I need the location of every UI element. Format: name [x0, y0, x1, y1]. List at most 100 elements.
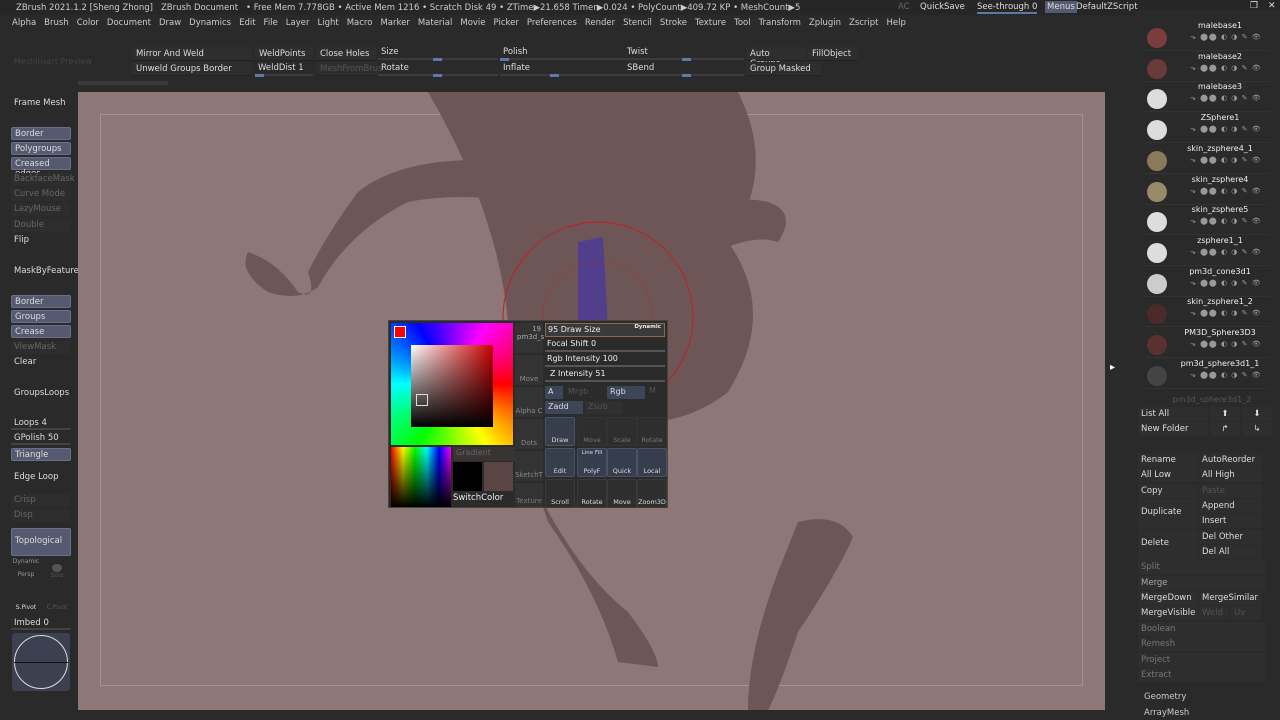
- double-toggle[interactable]: Double: [11, 219, 71, 232]
- subtool-item[interactable]: pm3d_sphere3d1_2: [1157, 395, 1267, 407]
- menu-brush[interactable]: Brush: [44, 18, 69, 28]
- menu-dynamics[interactable]: Dynamics: [189, 18, 231, 28]
- disp-toggle[interactable]: Disp: [11, 509, 71, 522]
- zoom3d-button[interactable]: Zoom3D: [637, 479, 667, 508]
- menu-stencil[interactable]: Stencil: [623, 18, 652, 28]
- subtool-visibility-icons[interactable]: ⬎ ⬤⬤ ◐ ◑ ✎ 👁: [1190, 64, 1262, 72]
- lazymouse-toggle[interactable]: LazyMouse: [11, 203, 71, 216]
- autoreorder-button[interactable]: AutoReorder: [1199, 453, 1262, 467]
- clear-button[interactable]: Clear: [11, 356, 71, 369]
- primary-color-swatch[interactable]: [453, 462, 482, 491]
- solo-button[interactable]: Solo: [44, 558, 70, 580]
- subtool-visibility-icons[interactable]: ⬎ ⬤⬤ ◐ ◑ ✎ 👁: [1190, 309, 1262, 317]
- meshfrombrush-button[interactable]: MeshFromBrus: [316, 62, 383, 76]
- scroll-button[interactable]: Scroll: [545, 479, 575, 508]
- rotate-view-button[interactable]: Rotate: [577, 479, 607, 508]
- menu-edit[interactable]: Edit: [239, 18, 255, 28]
- menu-alpha[interactable]: Alpha: [12, 18, 36, 28]
- subtool-visibility-icons[interactable]: ⬎ ⬤⬤ ◐ ◑ ✎ 👁: [1190, 125, 1262, 133]
- arraymesh-section[interactable]: ArrayMesh: [1144, 708, 1189, 718]
- menu-color[interactable]: Color: [77, 18, 99, 28]
- color-picker-hue[interactable]: [391, 323, 513, 445]
- subtool-item[interactable]: skin_zsphere4 ⬎ ⬤⬤ ◐ ◑ ✎ 👁: [1145, 174, 1270, 205]
- unweld-groups-border-button[interactable]: Unweld Groups Border: [132, 62, 252, 76]
- extract-section[interactable]: Extract: [1138, 668, 1266, 682]
- all-high-button[interactable]: All High: [1199, 468, 1262, 482]
- merge-section[interactable]: Merge: [1138, 576, 1266, 590]
- subtool-visibility-icons[interactable]: ⬎ ⬤⬤ ◐ ◑ ✎ 👁: [1190, 33, 1262, 41]
- polish-slider[interactable]: Polish: [500, 46, 624, 61]
- rename-button[interactable]: Rename: [1138, 453, 1198, 467]
- subtool-visibility-icons[interactable]: ⬎ ⬤⬤ ◐ ◑ ✎ 👁: [1190, 340, 1262, 348]
- crease-toggle[interactable]: Crease: [11, 325, 71, 338]
- all-low-button[interactable]: All Low: [1138, 468, 1198, 482]
- append-button[interactable]: Append: [1199, 499, 1262, 513]
- gpolish-slider[interactable]: GPolish 50: [11, 432, 71, 445]
- curve-mode-toggle[interactable]: Curve Mode: [11, 188, 71, 201]
- local-button[interactable]: Local: [637, 448, 667, 477]
- subtool-item[interactable]: malebase3 ⬎ ⬤⬤ ◐ ◑ ✎ 👁: [1145, 81, 1270, 113]
- subtool-item[interactable]: malebase2 ⬎ ⬤⬤ ◐ ◑ ✎ 👁: [1145, 51, 1270, 82]
- rotate-mode-button[interactable]: Rotate: [637, 417, 667, 446]
- secondary-color-swatch[interactable]: [484, 462, 513, 491]
- subtool-visibility-icons[interactable]: ⬎ ⬤⬤ ◐ ◑ ✎ 👁: [1190, 217, 1262, 225]
- weld-toggle[interactable]: Weld: [1199, 606, 1229, 620]
- shelf-scrollbar[interactable]: [78, 81, 168, 85]
- zsub-toggle[interactable]: Zsub: [585, 401, 623, 414]
- border-toggle[interactable]: Border: [11, 127, 71, 140]
- twist-slider[interactable]: Twist: [624, 46, 744, 61]
- scale-mode-button[interactable]: Scale: [607, 417, 637, 446]
- m-toggle[interactable]: M: [649, 386, 656, 395]
- frame-mesh-button[interactable]: Frame Mesh: [11, 97, 71, 110]
- paste-button[interactable]: Paste: [1199, 484, 1262, 498]
- rotation-gizmo[interactable]: [12, 633, 70, 691]
- close-holes-button[interactable]: Close Holes: [316, 47, 376, 61]
- duplicate-button[interactable]: Duplicate: [1138, 499, 1198, 529]
- default-zscript-button[interactable]: DefaultZScript: [1076, 2, 1138, 12]
- material-thumbnail[interactable]: SketchT: [515, 451, 543, 481]
- sbend-slider[interactable]: SBend: [624, 62, 744, 77]
- del-all-button[interactable]: Del All: [1199, 545, 1262, 559]
- imbed-slider[interactable]: Imbed 0: [11, 617, 71, 630]
- subtool-visibility-icons[interactable]: ⬎ ⬤⬤ ◐ ◑ ✎ 👁: [1190, 94, 1262, 102]
- weldpoints-button[interactable]: WeldPoints: [255, 47, 313, 61]
- menu-zscript[interactable]: Zscript: [849, 18, 879, 28]
- fillobject-button[interactable]: FillObject: [808, 47, 858, 61]
- subtool-item[interactable]: zsphere1_1 ⬎ ⬤⬤ ◐ ◑ ✎ 👁: [1145, 235, 1270, 266]
- triangle-toggle[interactable]: Triangle: [11, 448, 71, 461]
- auto-groups-button[interactable]: Auto Groups: [746, 47, 806, 69]
- edge-loop-button[interactable]: Edge Loop: [11, 471, 71, 484]
- color-sv-square[interactable]: [411, 345, 493, 427]
- del-other-button[interactable]: Del Other: [1199, 530, 1262, 544]
- subtool-visibility-icons[interactable]: ⬎ ⬤⬤ ◐ ◑ ✎ 👁: [1190, 156, 1262, 164]
- menu-material[interactable]: Material: [418, 18, 453, 28]
- subtool-visibility-icons[interactable]: ⬎ ⬤⬤ ◐ ◑ ✎ 👁: [1190, 279, 1262, 287]
- uv-toggle[interactable]: Uv: [1231, 606, 1261, 620]
- see-through-slider[interactable]: See-through 0: [977, 2, 1038, 14]
- mergedown-button[interactable]: MergeDown: [1138, 591, 1198, 605]
- menu-texture[interactable]: Texture: [695, 18, 726, 28]
- flip-button[interactable]: Flip: [11, 234, 71, 247]
- menu-tool[interactable]: Tool: [734, 18, 751, 28]
- groupsloops-button[interactable]: GroupsLoops: [11, 387, 71, 400]
- subtool-visibility-icons[interactable]: ⬎ ⬤⬤ ◐ ◑ ✎ 👁: [1190, 187, 1262, 195]
- subtool-item[interactable]: malebase1 ⬎ ⬤⬤ ◐ ◑ ✎ 👁: [1145, 20, 1270, 51]
- subtool-visibility-icons[interactable]: ⬎ ⬤⬤ ◐ ◑ ✎ 👁: [1190, 248, 1262, 256]
- menu-file[interactable]: File: [264, 18, 278, 28]
- cpivot-button[interactable]: C.Pivot: [44, 590, 70, 612]
- menu-marker[interactable]: Marker: [380, 18, 409, 28]
- menu-help[interactable]: Help: [887, 18, 906, 28]
- quick-button[interactable]: Quick: [607, 448, 637, 477]
- new-folder-button[interactable]: New Folder: [1138, 422, 1208, 436]
- copy-button[interactable]: Copy: [1138, 484, 1198, 498]
- quicksave-button[interactable]: QuickSave: [920, 2, 965, 12]
- move-view-button[interactable]: Move: [607, 479, 637, 508]
- arrow-right-icon[interactable]: ↱: [1210, 422, 1240, 436]
- menu-render[interactable]: Render: [585, 18, 615, 28]
- tray-arrow-icon[interactable]: ▸: [1110, 362, 1115, 373]
- menu-document[interactable]: Document: [107, 18, 151, 28]
- subtool-item[interactable]: skin_zsphere4_1 ⬎ ⬤⬤ ◐ ◑ ✎ 👁: [1145, 143, 1270, 174]
- alpha-thumbnail[interactable]: Alpha C: [515, 387, 543, 417]
- border-mask-toggle[interactable]: Border: [11, 295, 71, 308]
- mergevisible-button[interactable]: MergeVisible: [1138, 606, 1198, 620]
